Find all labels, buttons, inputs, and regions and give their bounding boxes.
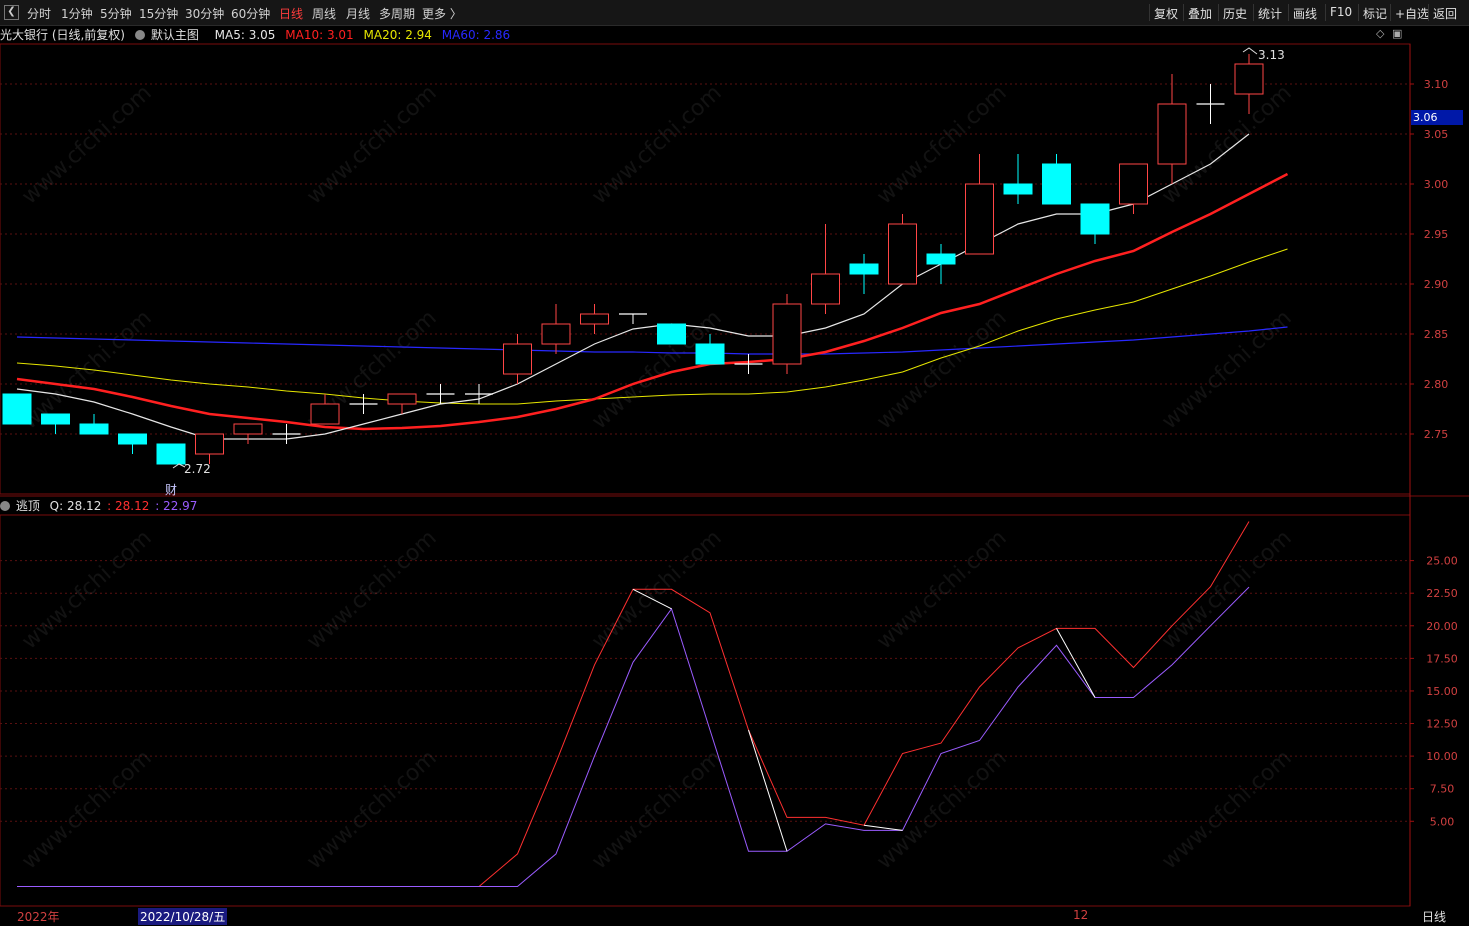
price-tick-label: 2.95: [1424, 228, 1449, 241]
indicator-tick-label: 12.50: [1426, 718, 1458, 731]
candle-body: [1080, 203, 1110, 235]
watermark-text: www.cfchi.com: [587, 526, 726, 655]
candle-body: [310, 403, 340, 425]
price-tick-label: 2.90: [1424, 278, 1449, 291]
date-axis: 2022年 2022/10/28/五 12: [0, 907, 1469, 926]
axis-month-label: 12: [1073, 908, 1089, 922]
indicator-tick-label: 5.00: [1430, 815, 1455, 828]
candle-body: [849, 263, 879, 275]
candle-body: [580, 313, 609, 325]
current-price-tag: 3.06: [1411, 110, 1463, 125]
price-tick-label: 2.85: [1424, 328, 1449, 341]
candle-body: [1042, 163, 1071, 205]
candle-body: [41, 413, 70, 425]
price-tick-label: 3.10: [1424, 78, 1449, 91]
candle-body: [387, 393, 417, 405]
candle-body: [657, 323, 686, 345]
candle-body: [79, 423, 109, 435]
candle-body: [772, 303, 802, 365]
watermark-text: www.cfchi.com: [587, 306, 726, 435]
period-button[interactable]: 日线: [1422, 908, 1446, 925]
candle-body: [195, 433, 224, 455]
watermark-text: www.cfchi.com: [17, 746, 156, 875]
low-price-label: 2.72: [184, 462, 211, 476]
watermark-text: www.cfchi.com: [587, 81, 726, 210]
indicator-tick-label: 15.00: [1426, 685, 1458, 698]
price-tick-label: 3.00: [1424, 178, 1449, 191]
candle-body: [2, 393, 32, 425]
candle-body: [926, 253, 956, 265]
high-marker: [1242, 47, 1258, 55]
candle-body: [233, 423, 263, 435]
candle-body: [1157, 103, 1187, 165]
indicator-tick-label: 7.50: [1430, 783, 1455, 796]
indicator-cross-segment: [748, 729, 788, 852]
kline-chart[interactable]: 2.75 2.80 2.85 2.90 2.95 3.00 3.05 3.10 5.00 7.50…: [0, 0, 1469, 926]
watermark-text: www.cfchi.com: [1157, 306, 1296, 435]
candle-body: [156, 443, 186, 465]
ma60-line: [16, 326, 1288, 355]
price-tick-label: 3.05: [1424, 128, 1449, 141]
candle-body: [503, 343, 532, 375]
watermark-text: www.cfchi.com: [1157, 746, 1296, 875]
candle-body: [541, 323, 571, 345]
high-price-label: 3.13: [1258, 48, 1285, 62]
watermark-text: www.cfchi.com: [872, 306, 1011, 435]
indicator-tick-label: 22.50: [1426, 587, 1458, 600]
watermark-text: www.cfchi.com: [1157, 526, 1296, 655]
watermark-text: www.cfchi.com: [302, 526, 441, 655]
candle-body: [1234, 63, 1264, 95]
candle-body: [965, 183, 994, 255]
candle-body: [695, 343, 725, 365]
indicator-cross-segment: [863, 824, 903, 831]
axis-year-label: 2022年: [17, 910, 60, 924]
watermark-text: www.cfchi.com: [872, 526, 1011, 655]
candle-body: [118, 433, 147, 445]
indicator-cross-segment: [1056, 628, 1096, 698]
indicator-tick-label: 25.00: [1426, 555, 1458, 568]
candle-body: [1003, 183, 1033, 195]
watermark-text: www.cfchi.com: [302, 746, 441, 875]
candle-body: [1119, 163, 1148, 205]
candle-body: [811, 273, 840, 305]
selected-date-label: 2022/10/28/五: [138, 908, 228, 925]
indicator-tick-label: 20.00: [1426, 620, 1458, 633]
candle-body: [888, 223, 917, 285]
watermark-text: www.cfchi.com: [17, 526, 156, 655]
watermark-text: www.cfchi.com: [587, 746, 726, 875]
indicator-tick-label: 10.00: [1426, 750, 1458, 763]
watermark-text: www.cfchi.com: [302, 81, 441, 210]
price-tick-label: 2.75: [1424, 428, 1449, 441]
indicator-tick-label: 17.50: [1426, 652, 1458, 665]
watermark-text: www.cfchi.com: [872, 746, 1011, 875]
watermark-text: www.cfchi.com: [17, 81, 156, 210]
finance-badge: 财: [165, 483, 177, 497]
price-tick-label: 2.80: [1424, 378, 1449, 391]
